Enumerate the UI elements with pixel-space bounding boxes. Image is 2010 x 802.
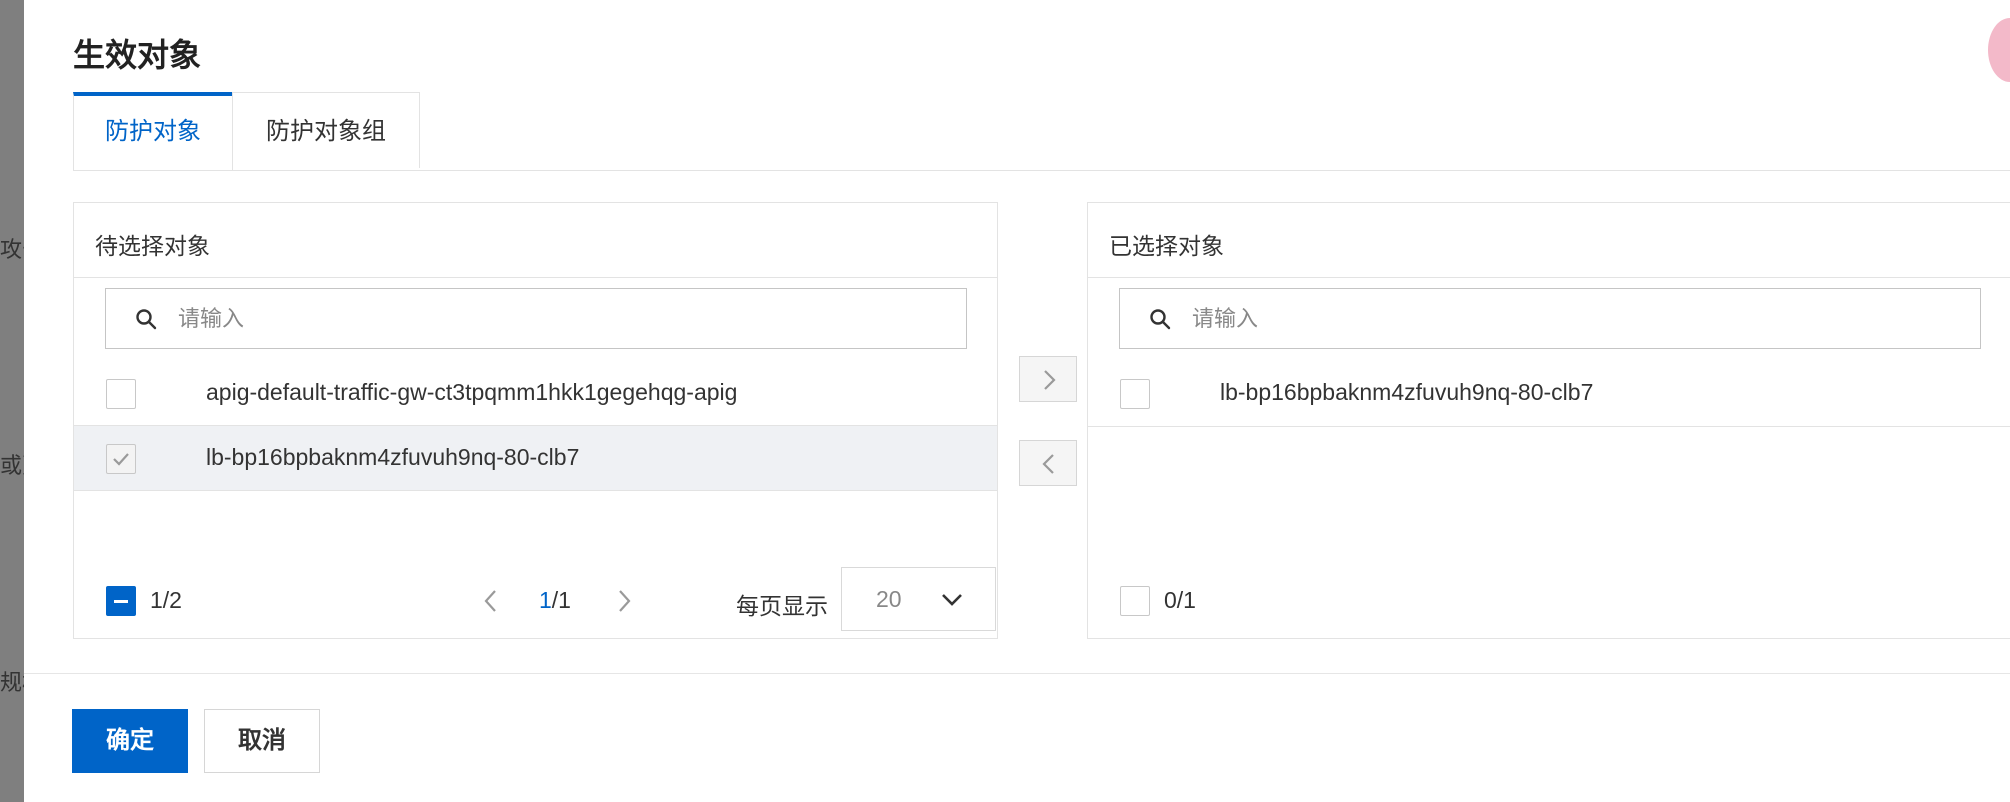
list-item-selected[interactable]: lb-bp16bpbaknm4zfuvuh9nq-80-clb7 bbox=[74, 425, 997, 491]
left-panel-title: 待选择对象 bbox=[95, 233, 210, 259]
confirm-button[interactable]: 确定 bbox=[72, 709, 188, 773]
left-search-input[interactable] bbox=[176, 299, 950, 339]
page-size-select[interactable]: 20 bbox=[841, 567, 996, 631]
right-search-input[interactable] bbox=[1190, 299, 1964, 339]
left-transfer-panel: 待选择对象 apig-default-traffic-gw-ct3tpqmm1h… bbox=[73, 202, 998, 639]
select-all-checkbox[interactable] bbox=[106, 586, 136, 616]
selection-count: 0/1 bbox=[1164, 587, 1196, 613]
item-label: apig-default-traffic-gw-ct3tpqmm1hkk1geg… bbox=[206, 379, 738, 405]
chevron-right-icon bbox=[1044, 370, 1056, 390]
search-icon bbox=[1150, 309, 1171, 330]
pagination: 1/1 bbox=[539, 587, 571, 614]
list-item[interactable]: lb-bp16bpbaknm4zfuvuh9nq-80-clb7 bbox=[1088, 361, 2010, 427]
move-right-button[interactable] bbox=[1019, 356, 1077, 402]
check-icon bbox=[113, 453, 129, 466]
dialog: 生效对象 防护对象 防护对象组 待选择对象 apig-default-traff… bbox=[24, 0, 2010, 802]
tab-protected-objects[interactable]: 防护对象 bbox=[73, 92, 233, 170]
total-pages: /1 bbox=[551, 587, 571, 613]
left-panel-header: 待选择对象 bbox=[74, 203, 997, 278]
right-panel-header: 已选择对象 bbox=[1088, 203, 2010, 278]
tab-bar: 防护对象 防护对象组 bbox=[73, 92, 2010, 171]
search-icon bbox=[136, 309, 157, 330]
left-search-box bbox=[105, 288, 967, 349]
item-checkbox[interactable] bbox=[106, 379, 136, 409]
footer-divider bbox=[24, 673, 2010, 674]
list-item[interactable]: apig-default-traffic-gw-ct3tpqmm1hkk1geg… bbox=[74, 361, 997, 427]
item-label: lb-bp16bpbaknm4zfuvuh9nq-80-clb7 bbox=[206, 444, 580, 470]
item-checkbox[interactable] bbox=[1120, 379, 1150, 409]
right-panel-title: 已选择对象 bbox=[1109, 233, 1224, 259]
corner-avatar-badge bbox=[1988, 18, 2010, 82]
right-search-box bbox=[1119, 288, 1981, 349]
dialog-title: 生效对象 bbox=[73, 37, 202, 73]
selection-count: 1/2 bbox=[150, 587, 182, 613]
select-all-checkbox[interactable] bbox=[1120, 586, 1150, 616]
move-left-button[interactable] bbox=[1019, 440, 1077, 486]
tab-protected-object-groups[interactable]: 防护对象组 bbox=[232, 92, 420, 168]
cancel-button[interactable]: 取消 bbox=[204, 709, 320, 773]
prev-page-icon[interactable] bbox=[478, 586, 504, 616]
item-label: lb-bp16bpbaknm4zfuvuh9nq-80-clb7 bbox=[1220, 379, 1594, 405]
current-page: 1 bbox=[539, 587, 552, 613]
chevron-down-icon bbox=[942, 594, 962, 606]
chevron-left-icon bbox=[1042, 454, 1054, 474]
next-page-icon[interactable] bbox=[611, 586, 637, 616]
page-size-value: 20 bbox=[876, 586, 902, 612]
right-transfer-panel: 已选择对象 lb-bp16bpbaknm4zfuvuh9nq-80-clb7 0… bbox=[1087, 202, 2010, 639]
page-size-label: 每页显示 bbox=[736, 593, 828, 619]
item-checkbox-checked[interactable] bbox=[106, 444, 136, 474]
